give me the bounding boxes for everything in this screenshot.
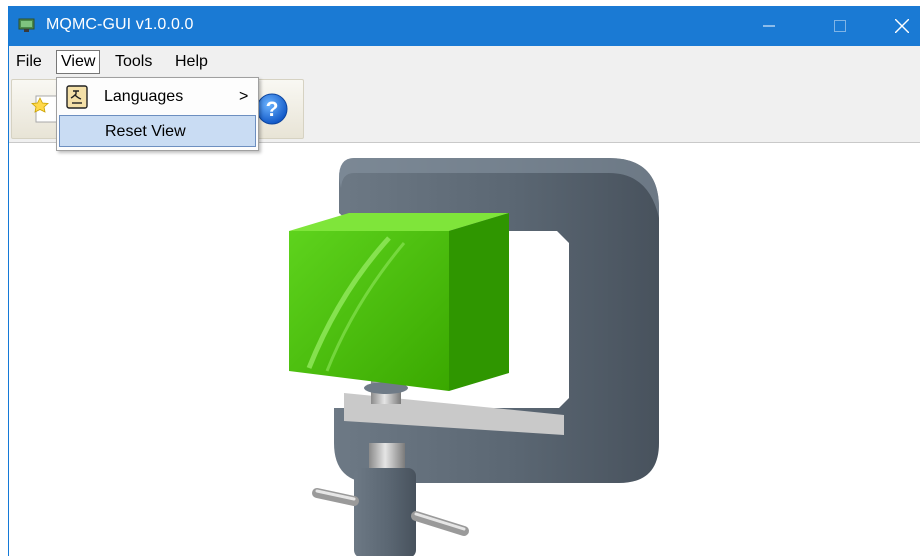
- help-icon: ?: [256, 93, 288, 125]
- menu-help[interactable]: Help: [171, 50, 212, 74]
- menu-view[interactable]: View: [56, 50, 101, 74]
- close-icon: [895, 19, 909, 33]
- help-button[interactable]: ?: [255, 90, 293, 128]
- languages-label: Languages: [104, 88, 184, 105]
- menu-item-languages[interactable]: Languages >: [59, 81, 256, 113]
- menu-file[interactable]: File: [12, 50, 46, 74]
- main-content: [9, 143, 920, 556]
- menu-tools[interactable]: Tools: [111, 50, 156, 74]
- maximize-icon: [834, 20, 846, 32]
- maximize-button[interactable]: [817, 6, 863, 46]
- menu-bar: File View Tools Help: [9, 46, 920, 77]
- app-icon: [18, 18, 35, 32]
- close-button[interactable]: [879, 6, 920, 46]
- minimize-button[interactable]: [746, 6, 792, 46]
- help-glyph: ?: [266, 98, 279, 121]
- window-title: MQMC-GUI v1.0.0.0: [46, 16, 194, 33]
- reset-view-label: Reset View: [105, 123, 186, 140]
- menu-item-reset-view[interactable]: Reset View: [59, 115, 256, 147]
- view-dropdown-menu: Languages > Reset View: [56, 77, 259, 151]
- submenu-arrow-icon: >: [239, 88, 249, 105]
- minimize-icon: [763, 25, 775, 27]
- app-window: MQMC-GUI v1.0.0.0 File View Tools Help ?…: [8, 6, 920, 556]
- compress-clamp-logo: [289, 158, 659, 556]
- title-bar[interactable]: MQMC-GUI v1.0.0.0: [9, 6, 920, 46]
- languages-icon: [66, 85, 88, 109]
